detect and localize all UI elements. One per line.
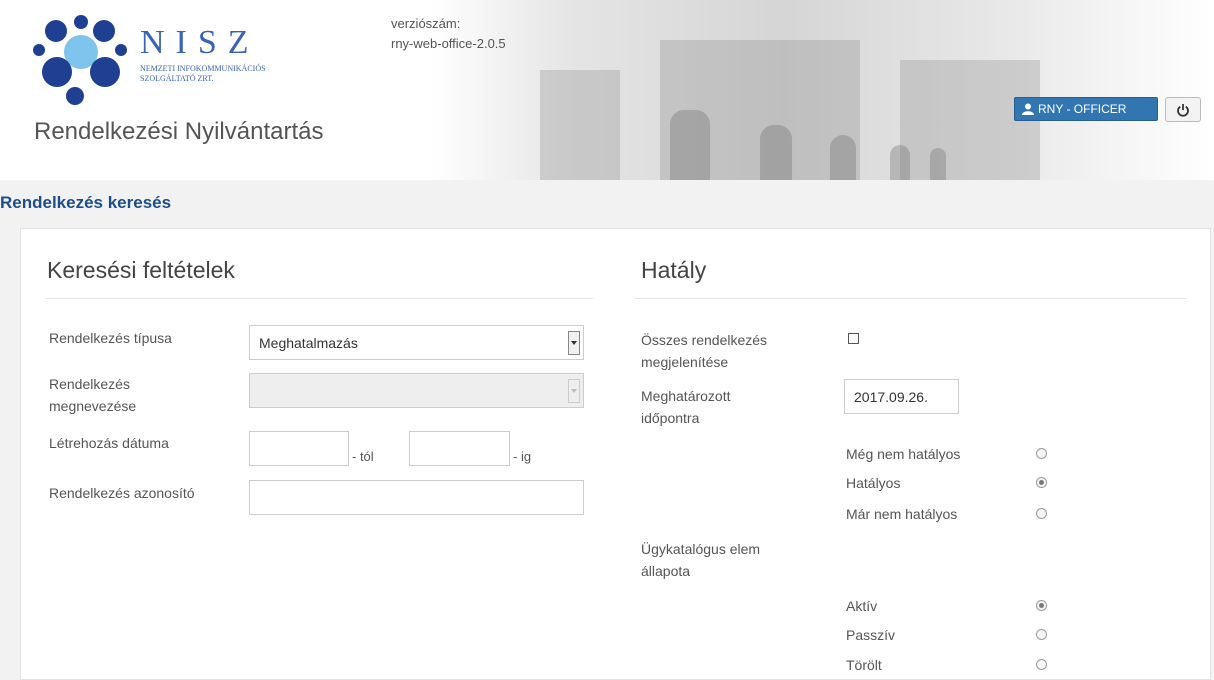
- status-not-yet-radio[interactable]: [1036, 448, 1047, 459]
- type-select-arrow: [568, 331, 580, 355]
- user-menu-button[interactable]: RNY - OFFICER: [1014, 97, 1158, 121]
- catalog-deleted-label: Törölt: [846, 657, 882, 673]
- name-label: Rendelkezés megnevezése: [49, 376, 137, 414]
- created-to-suffix: - ig: [513, 449, 532, 464]
- user-menu-label: RNY - OFFICER: [1038, 102, 1127, 116]
- search-criteria-divider: [45, 298, 593, 299]
- app-title: Rendelkezési Nyilvántartás: [34, 118, 324, 145]
- name-select[interactable]: [249, 373, 584, 408]
- version-label: verziószám:: [391, 16, 461, 31]
- date-label: Meghatározott időpontra: [641, 388, 731, 426]
- created-from-suffix: - tól: [352, 449, 374, 464]
- nisz-logo: [33, 15, 127, 105]
- catalog-label: Ügykatalógus elem állapota: [641, 541, 761, 579]
- created-from-input[interactable]: [249, 431, 349, 466]
- power-icon: [1177, 103, 1189, 117]
- all-checkbox[interactable]: [848, 333, 859, 344]
- logo-wordmark: NISZ: [140, 24, 260, 61]
- effect-title: Hatály: [641, 257, 707, 283]
- catalog-passive-label: Passzív: [846, 627, 896, 643]
- status-expired-label: Már nem hatályos: [846, 506, 958, 522]
- effect-divider: [635, 298, 1187, 299]
- logo-text: NISZ NEMZETI INFOKOMMUNIKÁCIÓS SZOLGÁLTA…: [140, 26, 266, 84]
- type-select-value: Meghatalmazás: [259, 334, 358, 351]
- status-active-label: Hatályos: [846, 475, 901, 491]
- chevron-down-icon: [571, 341, 577, 345]
- user-icon: [1022, 103, 1034, 115]
- status-active-radio[interactable]: [1036, 477, 1047, 488]
- created-label: Létrehozás dátuma: [49, 435, 169, 451]
- chevron-down-icon: [571, 389, 577, 393]
- type-label: Rendelkezés típusa: [49, 330, 172, 346]
- page-title: Rendelkezés keresés: [0, 193, 172, 212]
- logout-button[interactable]: [1165, 97, 1201, 122]
- version-info: verziószám: rny-web-office-2.0.5: [391, 14, 506, 54]
- catalog-passive-radio[interactable]: [1036, 629, 1047, 640]
- type-select[interactable]: Meghatalmazás: [249, 325, 584, 360]
- logo-subtitle-2: SZOLGÁLTATÓ ZRT.: [140, 74, 214, 83]
- version-value: rny-web-office-2.0.5: [391, 36, 506, 51]
- search-panel: Keresési feltételek Rendelkezés típusa M…: [20, 228, 1211, 680]
- date-input[interactable]: 2017.09.26.: [844, 379, 959, 414]
- catalog-deleted-radio[interactable]: [1036, 659, 1047, 670]
- logo-subtitle-1: NEMZETI INFOKOMMUNIKÁCIÓS: [140, 64, 266, 73]
- id-label: Rendelkezés azonosító: [49, 485, 195, 501]
- header: NISZ NEMZETI INFOKOMMUNIKÁCIÓS SZOLGÁLTA…: [0, 0, 1214, 180]
- status-expired-radio[interactable]: [1036, 508, 1047, 519]
- catalog-active-label: Aktív: [846, 598, 878, 614]
- catalog-active-radio[interactable]: [1036, 600, 1047, 611]
- date-input-value: 2017.09.26.: [854, 388, 928, 405]
- header-background: [430, 0, 1214, 180]
- status-not-yet-label: Még nem hatályos: [846, 446, 961, 462]
- id-input[interactable]: [249, 480, 584, 515]
- all-label: Összes rendelkezés megjelenítése: [641, 332, 768, 370]
- created-to-input[interactable]: [409, 431, 510, 466]
- search-criteria-title: Keresési feltételek: [47, 257, 235, 283]
- name-select-arrow: [568, 379, 580, 403]
